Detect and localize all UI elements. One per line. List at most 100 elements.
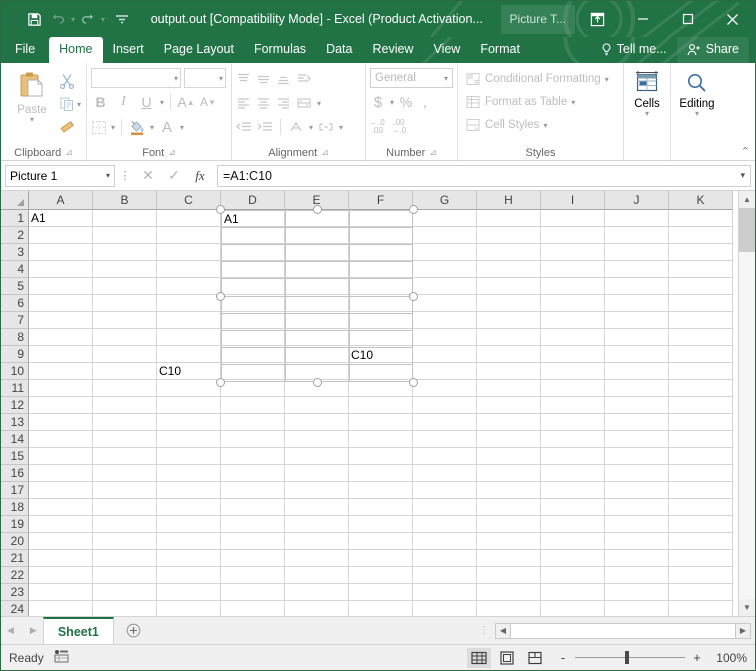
tab-formulas[interactable]: Formulas: [244, 37, 316, 63]
cell-A15[interactable]: [29, 448, 93, 465]
cell-I3[interactable]: [541, 244, 605, 261]
cell-J10[interactable]: [605, 363, 669, 380]
row-header-21[interactable]: 21: [1, 550, 29, 567]
cell-H17[interactable]: [477, 482, 541, 499]
cell-J19[interactable]: [605, 516, 669, 533]
cell-G1[interactable]: [413, 210, 477, 227]
cell-J20[interactable]: [605, 533, 669, 550]
editing-button[interactable]: Editing ▾: [675, 66, 719, 144]
tab-file[interactable]: File: [1, 37, 49, 63]
row-header-18[interactable]: 18: [1, 499, 29, 516]
column-header-j[interactable]: J: [605, 191, 669, 210]
underline-dropdown-icon[interactable]: ▾: [160, 98, 164, 107]
number-format-select[interactable]: General ▾: [370, 68, 453, 88]
cell-H1[interactable]: [477, 210, 541, 227]
cell-B20[interactable]: [93, 533, 157, 550]
bold-button[interactable]: B: [91, 94, 110, 110]
expand-formula-bar-icon[interactable]: ▾: [740, 170, 745, 181]
cell-H4[interactable]: [477, 261, 541, 278]
row-header-5[interactable]: 5: [1, 278, 29, 295]
enter-formula-icon[interactable]: ✓: [161, 165, 187, 187]
cell-F13[interactable]: [349, 414, 413, 431]
tab-data[interactable]: Data: [316, 37, 362, 63]
cell-K19[interactable]: [669, 516, 733, 533]
cell-C15[interactable]: [157, 448, 221, 465]
row-header-14[interactable]: 14: [1, 431, 29, 448]
cell-F23[interactable]: [349, 584, 413, 601]
cell-A19[interactable]: [29, 516, 93, 533]
resize-handle-bottom-left[interactable]: [216, 378, 225, 387]
wrap-text-dropdown-icon[interactable]: ▾: [317, 99, 321, 108]
row-header-20[interactable]: 20: [1, 533, 29, 550]
cell-K5[interactable]: [669, 278, 733, 295]
align-center-button[interactable]: [256, 96, 271, 110]
cell-G3[interactable]: [413, 244, 477, 261]
cell-F17[interactable]: [349, 482, 413, 499]
redo-icon[interactable]: [77, 8, 99, 30]
undo-dropdown-icon[interactable]: ▾: [71, 15, 75, 24]
cell-G13[interactable]: [413, 414, 477, 431]
cell-A7[interactable]: [29, 312, 93, 329]
column-header-i[interactable]: I: [541, 191, 605, 210]
cell-C24[interactable]: [157, 601, 221, 616]
cell-B5[interactable]: [93, 278, 157, 295]
ribbon-display-options-icon[interactable]: [575, 1, 620, 37]
redo-dropdown-icon[interactable]: ▾: [101, 15, 105, 24]
cell-G15[interactable]: [413, 448, 477, 465]
insert-function-icon[interactable]: fx: [187, 165, 213, 187]
scroll-up-button[interactable]: ▲: [739, 191, 755, 208]
cell-D18[interactable]: [221, 499, 285, 516]
copy-button[interactable]: ▾: [59, 93, 81, 115]
text-direction-button[interactable]: [288, 120, 304, 134]
wrap-text-button[interactable]: [296, 96, 312, 110]
name-box-dropdown-icon[interactable]: ▾: [106, 171, 110, 180]
increase-decimal-button[interactable]: ←.0.00: [370, 119, 385, 135]
cell-H10[interactable]: [477, 363, 541, 380]
cell-H9[interactable]: [477, 346, 541, 363]
cell-C1[interactable]: [157, 210, 221, 227]
cell-I6[interactable]: [541, 295, 605, 312]
cell-J1[interactable]: [605, 210, 669, 227]
cell-B8[interactable]: [93, 329, 157, 346]
cell-I8[interactable]: [541, 329, 605, 346]
format-as-table-button[interactable]: Format as Table ▾: [466, 91, 619, 113]
cell-C13[interactable]: [157, 414, 221, 431]
cell-B4[interactable]: [93, 261, 157, 278]
underline-button[interactable]: U: [137, 94, 156, 110]
resize-handle-middle-left[interactable]: [216, 292, 225, 301]
cell-A5[interactable]: [29, 278, 93, 295]
tell-me-box[interactable]: Tell me...: [591, 37, 677, 63]
cell-I4[interactable]: [541, 261, 605, 278]
cell-K4[interactable]: [669, 261, 733, 278]
resize-handle-bottom-center[interactable]: [313, 378, 322, 387]
cell-E24[interactable]: [285, 601, 349, 616]
cell-J18[interactable]: [605, 499, 669, 516]
cell-I16[interactable]: [541, 465, 605, 482]
row-header-1[interactable]: 1: [1, 210, 29, 227]
resize-handle-bottom-right[interactable]: [409, 378, 418, 387]
maximize-icon[interactable]: [665, 1, 710, 37]
previous-sheet-icon[interactable]: ◀: [7, 625, 14, 636]
cell-G5[interactable]: [413, 278, 477, 295]
cell-B12[interactable]: [93, 397, 157, 414]
cell-E17[interactable]: [285, 482, 349, 499]
font-size-input[interactable]: ▾: [184, 68, 226, 88]
formula-input[interactable]: =A1:C10 ▾: [217, 165, 751, 187]
share-button[interactable]: Share: [677, 37, 749, 63]
zoom-out-button[interactable]: -: [557, 650, 569, 665]
cell-H21[interactable]: [477, 550, 541, 567]
cells-button[interactable]: Cells ▾: [628, 66, 666, 144]
font-name-dropdown-icon[interactable]: ▾: [174, 74, 178, 83]
fill-color-button[interactable]: [128, 119, 146, 136]
cell-K10[interactable]: [669, 363, 733, 380]
row-header-2[interactable]: 2: [1, 227, 29, 244]
borders-dropdown-icon[interactable]: ▾: [111, 123, 115, 132]
cell-K2[interactable]: [669, 227, 733, 244]
cell-K20[interactable]: [669, 533, 733, 550]
cell-A20[interactable]: [29, 533, 93, 550]
cell-C23[interactable]: [157, 584, 221, 601]
cell-B13[interactable]: [93, 414, 157, 431]
decrease-decimal-button[interactable]: .00→.0: [392, 119, 407, 135]
cell-I18[interactable]: [541, 499, 605, 516]
row-header-8[interactable]: 8: [1, 329, 29, 346]
